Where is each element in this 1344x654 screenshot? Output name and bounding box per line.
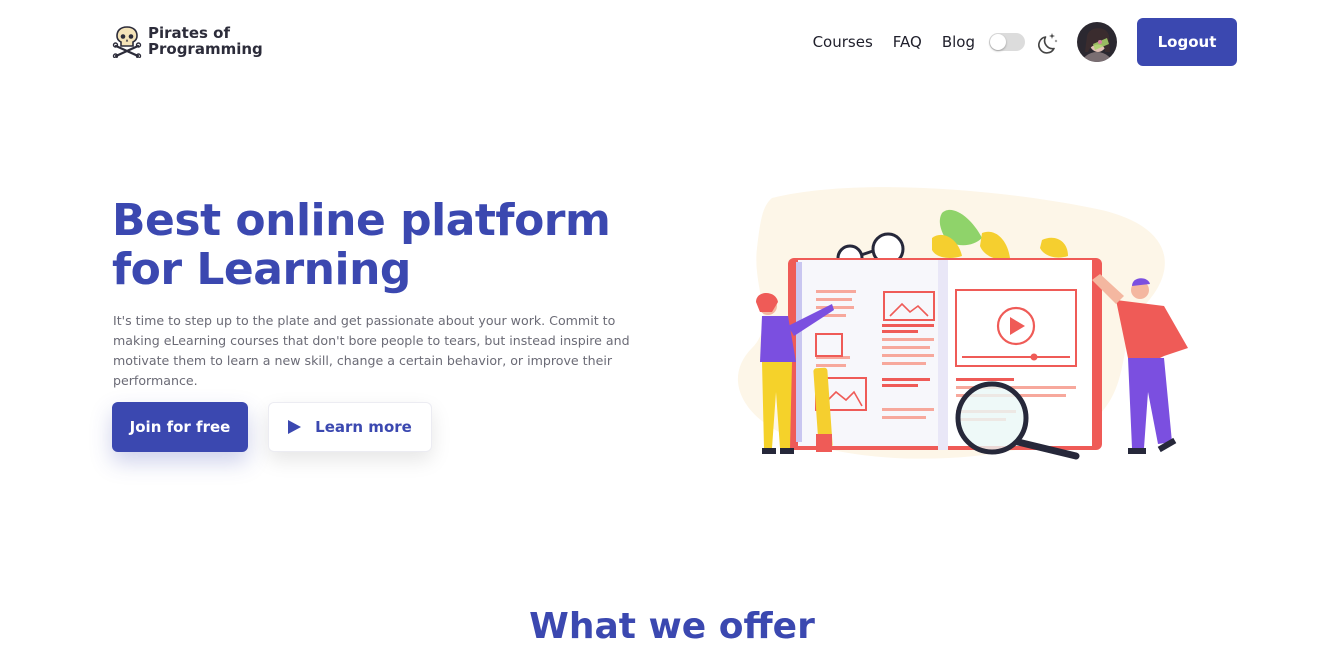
skull-crossbones-icon: [112, 26, 142, 58]
what-we-offer-title: What we offer: [529, 606, 815, 647]
hero-title: Best online platform for Learning: [112, 196, 672, 294]
nav-link-blog[interactable]: Blog: [942, 33, 975, 51]
theme-toggle[interactable]: [989, 33, 1025, 51]
logout-button[interactable]: Logout: [1137, 18, 1237, 66]
open-book-learning-illustration: [737, 187, 1188, 460]
moon-stars-icon: [1038, 33, 1058, 54]
join-for-free-button[interactable]: Join for free: [112, 402, 248, 452]
play-icon: [288, 420, 302, 434]
user-avatar[interactable]: [1077, 22, 1117, 62]
hero-title-line-2: for Learning: [112, 244, 411, 295]
nav-link-faq[interactable]: FAQ: [893, 33, 922, 51]
main-nav: Courses FAQ Blog Logout: [813, 18, 1237, 66]
brand-logo[interactable]: Pirates of Programming: [112, 24, 263, 58]
brand-line-1: Pirates of: [148, 24, 230, 42]
learn-more-button[interactable]: Learn more: [268, 402, 432, 452]
nav-link-courses[interactable]: Courses: [813, 33, 873, 51]
hero-title-line-1: Best online platform: [112, 195, 611, 246]
site-header: Pirates of Programming Courses FAQ Blog: [0, 0, 1344, 84]
brand-name: Pirates of Programming: [148, 25, 263, 57]
hero-description: It's time to step up to the plate and ge…: [113, 313, 630, 388]
learn-more-label: Learn more: [315, 418, 412, 436]
toggle-knob: [990, 34, 1006, 50]
brand-line-2: Programming: [148, 40, 263, 58]
